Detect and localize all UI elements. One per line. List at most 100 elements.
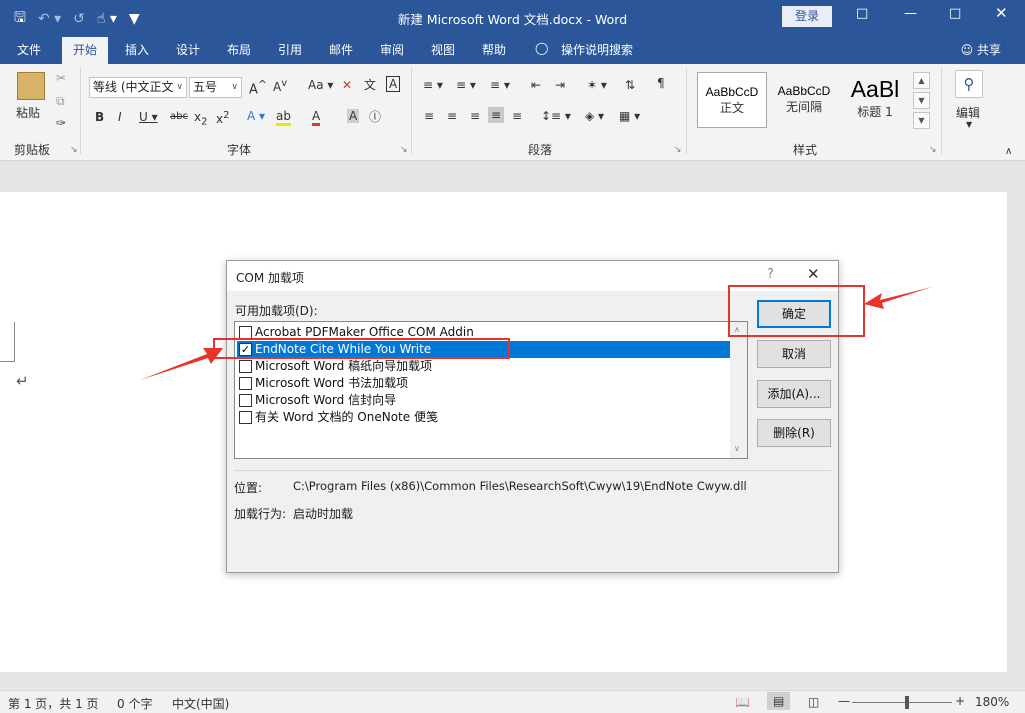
copy-icon[interactable]: ⧉ xyxy=(56,94,65,109)
bold-icon[interactable]: B xyxy=(95,110,104,124)
justify-icon[interactable]: ≡ xyxy=(488,107,505,123)
addin-checkbox[interactable] xyxy=(239,377,252,390)
bullets-icon[interactable]: ≡ ▾ xyxy=(423,78,443,92)
list-item[interactable]: 有关 Word 文档的 OneNote 便笺 xyxy=(237,409,730,426)
zoom-level[interactable]: 180% xyxy=(975,695,1009,709)
underline-icon[interactable]: U ▾ xyxy=(139,110,158,124)
touch-mode-icon[interactable]: ☝ ▾ xyxy=(97,11,117,27)
help-button[interactable]: ? xyxy=(767,267,774,282)
gallery-more-icon[interactable]: ▼ xyxy=(913,112,930,129)
list-item[interactable]: Microsoft Word 信封向导 xyxy=(237,392,730,409)
style-heading-1[interactable]: AaBl 标题 1 xyxy=(841,72,909,128)
share-button[interactable]: ☺ 共享 xyxy=(961,41,1001,58)
distributed-icon[interactable]: ≡ xyxy=(512,109,522,123)
italic-icon[interactable]: I xyxy=(118,110,122,124)
text-effects-icon[interactable]: A ▾ xyxy=(247,109,265,123)
cancel-button[interactable]: 取消 xyxy=(757,340,831,368)
chinese-layout-icon[interactable]: ✶ ▾ xyxy=(587,78,607,92)
strikethrough-icon[interactable]: abc xyxy=(170,111,188,122)
decrease-indent-icon[interactable]: ⇤ xyxy=(531,78,541,92)
tab-review[interactable]: 审阅 xyxy=(380,41,404,58)
align-center-icon[interactable]: ≡ xyxy=(447,109,457,123)
shading-icon[interactable]: ◈ ▾ xyxy=(585,109,604,123)
collapse-ribbon-icon[interactable]: ∧ xyxy=(1005,146,1012,157)
tab-file[interactable]: 文件 xyxy=(17,41,41,58)
align-right-icon[interactable]: ≡ xyxy=(470,109,480,123)
tab-home[interactable]: 开始 xyxy=(62,37,109,64)
ribbon-display-options-icon[interactable]: □ xyxy=(856,6,868,21)
character-border-icon[interactable]: A xyxy=(386,76,401,92)
line-spacing-icon[interactable]: ↕≡ ▾ xyxy=(541,109,571,123)
zoom-thumb[interactable] xyxy=(905,696,909,709)
borders-icon[interactable]: ▦ ▾ xyxy=(619,109,640,123)
paragraph-launcher-icon[interactable]: ↘ xyxy=(674,145,682,155)
list-item[interactable]: Microsoft Word 书法加载项 xyxy=(237,375,730,392)
add-button[interactable]: 添加(A)... xyxy=(757,380,831,408)
enclose-characters-icon[interactable]: ⓛ xyxy=(369,108,381,125)
scroll-down-icon[interactable]: ∨ xyxy=(734,444,740,453)
phonetic-guide-icon[interactable]: 文 xyxy=(364,76,376,93)
tab-help[interactable]: 帮助 xyxy=(482,41,506,58)
undo-icon[interactable]: ↶ ▾ xyxy=(38,11,61,27)
paste-button-label[interactable]: 粘贴 xyxy=(16,104,40,121)
read-mode-icon[interactable]: 📖 xyxy=(735,695,750,709)
shrink-font-icon[interactable]: Av xyxy=(273,78,287,94)
addin-checkbox[interactable] xyxy=(239,360,252,373)
multilevel-list-icon[interactable]: ≡ ▾ xyxy=(490,78,510,92)
clear-formatting-icon[interactable]: ✕ xyxy=(342,78,352,92)
numbering-icon[interactable]: ≡ ▾ xyxy=(456,78,476,92)
tell-me-search[interactable]: 操作说明搜索 xyxy=(561,41,633,58)
show-marks-icon[interactable]: ¶ xyxy=(657,76,665,90)
language-indicator[interactable]: 中文(中国) xyxy=(172,695,229,712)
style-no-spacing[interactable]: AaBbCcD 无间隔 xyxy=(769,72,839,128)
tab-insert[interactable]: 插入 xyxy=(125,41,149,58)
font-launcher-icon[interactable]: ↘ xyxy=(400,145,408,155)
word-count[interactable]: 0 个字 xyxy=(117,695,152,712)
save-icon[interactable]: 🖫 xyxy=(14,7,26,31)
cut-icon[interactable]: ✂ xyxy=(56,71,66,85)
font-color-icon[interactable]: A xyxy=(312,109,321,126)
search-icon[interactable]: ⚲ xyxy=(955,70,983,98)
zoom-slider[interactable] xyxy=(852,702,952,703)
minimize-icon[interactable]: — xyxy=(904,6,917,21)
addin-checkbox[interactable] xyxy=(239,411,252,424)
grow-font-icon[interactable]: A^ xyxy=(249,78,267,97)
page-count[interactable]: 第 1 页，共 1 页 xyxy=(8,695,99,712)
style-normal[interactable]: AaBbCcD 正文 xyxy=(697,72,767,128)
customize-qat-icon[interactable]: ▼ xyxy=(129,11,140,27)
gallery-down-icon[interactable]: ▼ xyxy=(913,92,930,109)
highlight-icon[interactable]: ab xyxy=(276,109,291,126)
maximize-icon[interactable]: □ xyxy=(949,6,961,21)
subscript-icon[interactable]: x2 xyxy=(194,110,207,127)
remove-button[interactable]: 删除(R) xyxy=(757,419,831,447)
redo-icon[interactable]: ↺ xyxy=(73,11,85,27)
tab-mailings[interactable]: 邮件 xyxy=(329,41,353,58)
editing-label[interactable]: 编辑 xyxy=(956,104,980,121)
login-button[interactable]: 登录 xyxy=(782,6,832,27)
character-shading-icon[interactable]: A xyxy=(347,109,360,123)
addin-checkbox[interactable] xyxy=(239,394,252,407)
listbox-scrollbar[interactable]: ∧ ∨ xyxy=(730,322,747,458)
gallery-up-icon[interactable]: ▲ xyxy=(913,72,930,89)
zoom-out-icon[interactable]: — xyxy=(838,694,850,708)
tab-references[interactable]: 引用 xyxy=(278,41,302,58)
format-painter-icon[interactable]: ✑ xyxy=(56,116,66,130)
print-layout-icon[interactable]: ▤ xyxy=(767,692,791,710)
clipboard-launcher-icon[interactable]: ↘ xyxy=(70,145,78,155)
tab-design[interactable]: 设计 xyxy=(176,41,200,58)
zoom-in-icon[interactable]: + xyxy=(955,694,965,708)
styles-launcher-icon[interactable]: ↘ xyxy=(929,145,937,155)
paste-icon[interactable] xyxy=(17,72,45,100)
align-left-icon[interactable]: ≡ xyxy=(424,109,434,123)
web-layout-icon[interactable]: ◫ xyxy=(808,695,819,709)
tab-layout[interactable]: 布局 xyxy=(227,41,251,58)
increase-indent-icon[interactable]: ⇥ xyxy=(555,78,565,92)
tab-view[interactable]: 视图 xyxy=(431,41,455,58)
sort-icon[interactable]: ⇅ xyxy=(625,78,635,92)
list-item[interactable]: Microsoft Word 稿纸向导加载项 xyxy=(237,358,730,375)
change-case-icon[interactable]: Aa ▾ xyxy=(308,78,333,92)
editing-dropdown-icon[interactable]: ▼ xyxy=(966,120,972,129)
superscript-icon[interactable]: x2 xyxy=(216,110,229,126)
font-name-combo[interactable]: 等线 (中文正文 ∨ xyxy=(89,77,187,98)
close-icon[interactable]: ✕ xyxy=(995,4,1008,22)
